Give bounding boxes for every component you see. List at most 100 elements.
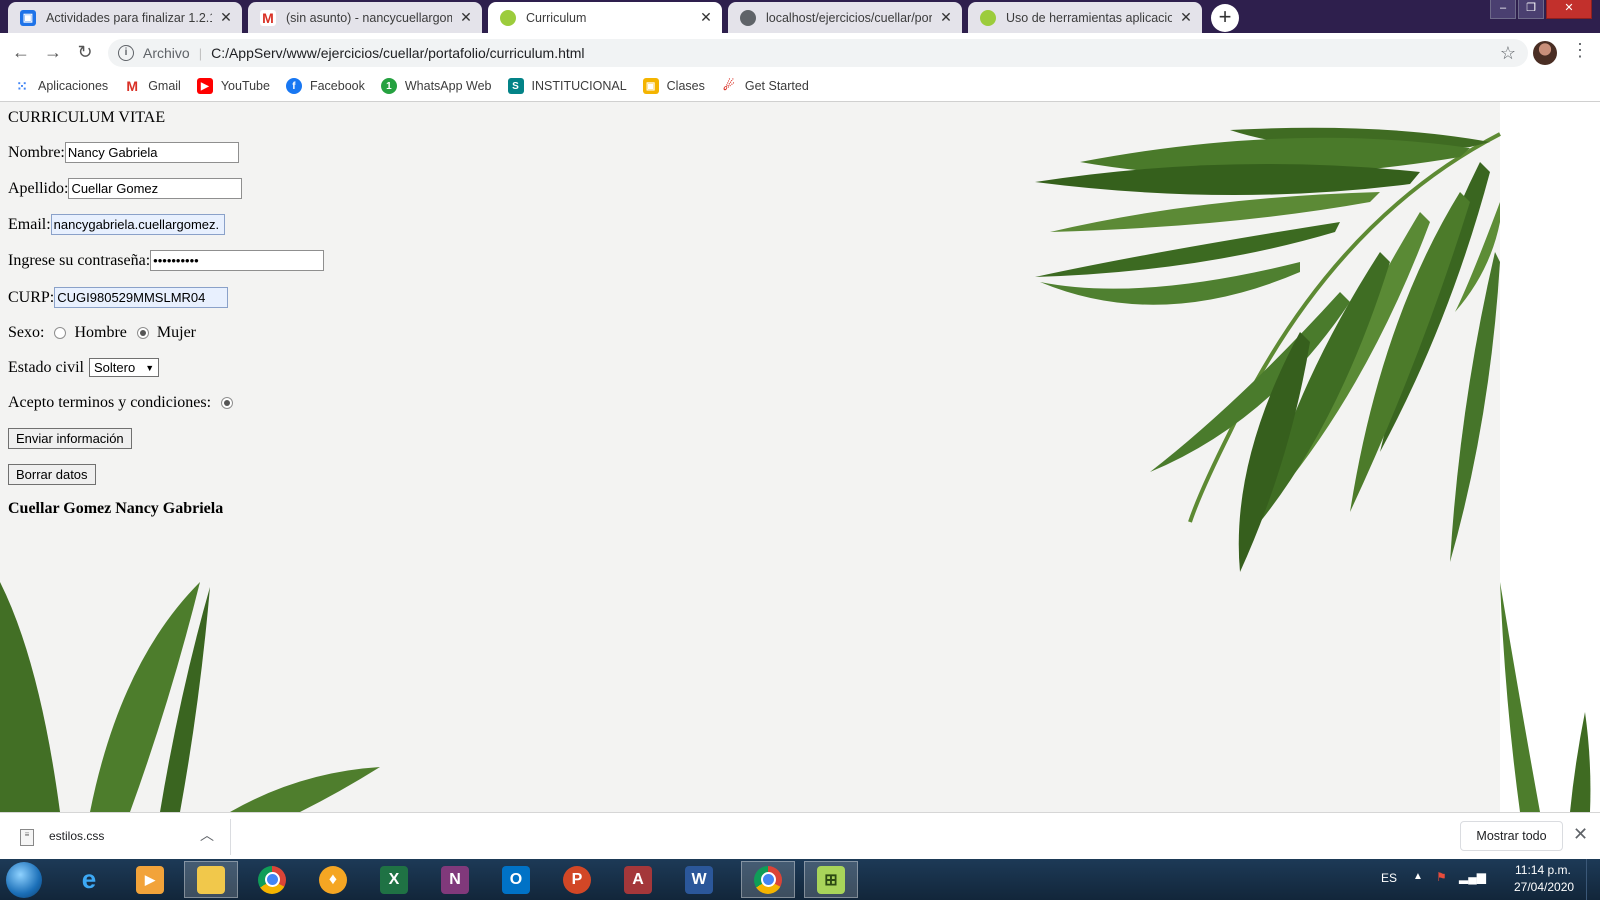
show-desktop-button[interactable] (1586, 859, 1600, 900)
tab-title: Curriculum (526, 10, 587, 25)
radio-hombre[interactable] (54, 327, 67, 339)
bookmark-facebook[interactable]: f Facebook (285, 78, 365, 94)
clock-time[interactable]: 11:14 p.m. (1515, 863, 1571, 877)
forward-button[interactable]: → (40, 40, 66, 66)
whatsapp-icon: 1 (380, 78, 397, 94)
close-icon[interactable]: ✕ (218, 9, 234, 26)
bookmark-aplicaciones[interactable]: ⁙ Aplicaciones (14, 78, 108, 94)
chrome-icon[interactable] (741, 861, 795, 898)
chrome-icon[interactable] (245, 861, 299, 898)
bookmark-institucional[interactable]: S INSTITUCIONAL (507, 78, 627, 94)
onenote-icon[interactable]: N (428, 861, 482, 898)
info-icon[interactable]: i (118, 45, 134, 61)
outlook-icon[interactable]: O (489, 861, 543, 898)
word-icon[interactable]: W (672, 861, 726, 898)
excel-icon[interactable]: X (367, 861, 421, 898)
sharepoint-icon: S (507, 78, 524, 94)
clock-date[interactable]: 27/04/2020 (1514, 880, 1574, 894)
bookmark-youtube[interactable]: ▶ YouTube (196, 78, 270, 94)
page-viewport: CURRICULUM VITAE Nombre: Nancy Gabriela … (0, 102, 1600, 812)
bookmark-label: Clases (666, 79, 705, 93)
password-input[interactable]: •••••••••• (150, 250, 325, 271)
curp-label: CURP: (8, 288, 55, 306)
curp-input[interactable]: CUGI980529MMSLMR04 (54, 287, 229, 308)
youtube-icon: ▶ (196, 78, 213, 94)
close-icon[interactable]: ✕ (938, 9, 954, 26)
tab-actividades[interactable]: ▣ Actividades para finalizar 1.2.1 ✕ (8, 2, 242, 33)
apellido-label: Apellido: (8, 179, 69, 197)
bookmark-whatsapp[interactable]: 1 WhatsApp Web (380, 78, 492, 94)
apellido-row: Apellido: Cuellar Gomez (8, 178, 243, 199)
vpn-icon[interactable]: ♦ (306, 861, 360, 898)
estado-civil-select[interactable]: Soltero ▼ (88, 358, 160, 377)
file-icon: ≡ (20, 829, 34, 846)
email-field[interactable]: nancygabriela.cuellargomez. (50, 214, 225, 235)
avatar[interactable] (1533, 41, 1557, 65)
menu-dots-icon[interactable]: ⋮ (1571, 40, 1589, 61)
access-icon[interactable]: A (611, 861, 665, 898)
divider (230, 819, 231, 855)
close-icon[interactable]: ✕ (1573, 824, 1588, 845)
bookmark-star-icon[interactable]: ☆ (1500, 43, 1516, 64)
spreadsheet-app-icon[interactable]: ⊞ (804, 861, 858, 898)
nombre-label: Nombre: (8, 143, 65, 161)
action-center-flag-icon[interactable]: ⚑ (1436, 870, 1447, 884)
close-window-button[interactable]: ✕ (1546, 0, 1592, 19)
reload-button[interactable]: ↻ (72, 40, 98, 66)
address-bar[interactable]: i Archivo | C:/AppServ/www/ejercicios/cu… (108, 39, 1528, 67)
powerpoint-icon[interactable]: P (550, 861, 604, 898)
close-icon[interactable]: ✕ (698, 9, 714, 26)
terminos-radio[interactable] (221, 397, 234, 409)
bookmark-label: Get Started (744, 79, 809, 93)
back-button[interactable]: ← (8, 40, 34, 66)
media-player-icon[interactable]: ▶ (123, 861, 177, 898)
bookmark-label: WhatsApp Web (404, 79, 492, 93)
sexo-label: Sexo: (8, 324, 45, 341)
tab-localhost[interactable]: localhost/ejercicios/cuellar/porta ✕ (728, 2, 962, 33)
start-button[interactable] (6, 862, 42, 898)
password-label: Ingrese su contraseña: (8, 251, 151, 269)
enviar-button[interactable]: Enviar información (8, 428, 132, 449)
divider: | (198, 45, 203, 61)
page-leaf-icon (980, 9, 996, 26)
url-text[interactable]: C:/AppServ/www/ejercicios/cuellar/portaf… (211, 45, 584, 61)
show-hidden-icons-icon[interactable]: ▲ (1413, 871, 1423, 882)
tab-title: localhost/ejercicios/cuellar/porta (766, 10, 932, 25)
language-indicator[interactable]: ES (1381, 871, 1397, 885)
internet-explorer-icon[interactable]: e (62, 861, 116, 898)
classroom-icon: ▣ (20, 9, 36, 26)
close-icon[interactable]: ✕ (1178, 9, 1194, 26)
show-all-button[interactable]: Mostrar todo (1460, 821, 1563, 851)
tab-uso-herramientas[interactable]: Uso de herramientas aplicacione ✕ (968, 2, 1202, 33)
nombre-input[interactable]: Nancy Gabriela (64, 142, 239, 163)
bookmark-get-started[interactable]: ☄ Get Started (721, 78, 809, 94)
bookmark-clases[interactable]: ▣ Clases (642, 78, 705, 94)
curp-row: CURP: CUGI980529MMSLMR04 (8, 287, 229, 308)
borrar-button[interactable]: Borrar datos (8, 464, 96, 485)
tab-gmail[interactable]: M (sin asunto) - nancycuellargomez ✕ (248, 2, 482, 33)
estado-civil-label: Estado civil (8, 358, 84, 376)
window-controls: – ❐ ✕ (1488, 0, 1592, 20)
bookmark-gmail[interactable]: M Gmail (124, 78, 181, 94)
tab-curriculum[interactable]: Curriculum ✕ (488, 2, 722, 33)
apellido-input[interactable]: Cuellar Gomez (68, 178, 243, 199)
nombre-row: Nombre: Nancy Gabriela (8, 142, 239, 163)
new-tab-button[interactable]: + (1211, 4, 1239, 32)
estado-civil-row: Estado civil Soltero ▼ (8, 358, 160, 377)
reset-row: Borrar datos (8, 464, 96, 485)
tab-title: Uso de herramientas aplicacione (1006, 10, 1172, 25)
dropdown-arrow-icon: ▼ (145, 362, 155, 373)
minimize-button[interactable]: – (1490, 0, 1516, 19)
email-label: Email: (8, 215, 51, 233)
chevron-up-icon[interactable]: ︿ (200, 825, 214, 845)
bookmark-label: INSTITUCIONAL (531, 79, 627, 93)
file-explorer-icon[interactable] (184, 861, 238, 898)
bookmark-label: Gmail (148, 79, 181, 93)
volume-icon[interactable]: 🔈︎ (1481, 869, 1489, 886)
download-file-name[interactable]: estilos.css (49, 829, 104, 843)
apps-grid-icon: ⁙ (16, 77, 28, 94)
radio-mujer[interactable] (136, 327, 149, 339)
close-icon[interactable]: ✕ (458, 9, 474, 26)
browser-tab-strip: ▣ Actividades para finalizar 1.2.1 ✕ M (… (0, 0, 1600, 33)
maximize-button[interactable]: ❐ (1518, 0, 1544, 19)
